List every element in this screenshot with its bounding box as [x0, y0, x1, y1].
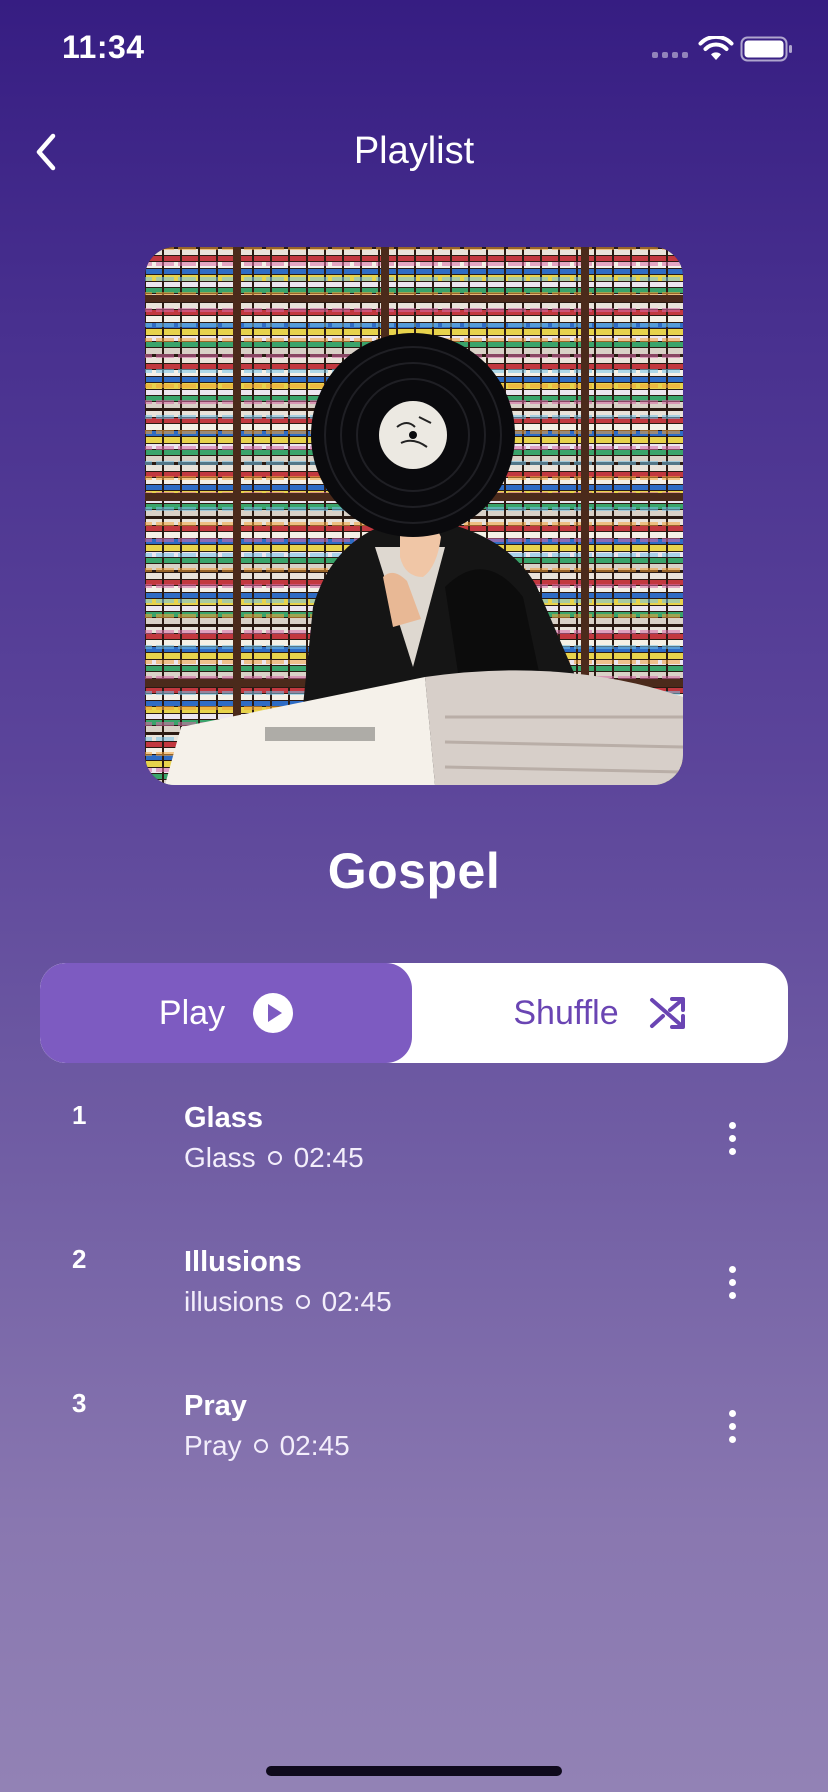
track-title: Illusions: [184, 1246, 302, 1278]
track-title: Pray: [184, 1390, 247, 1422]
play-button[interactable]: Play: [40, 963, 412, 1063]
track-duration: 02:45: [321, 1286, 392, 1317]
more-vertical-icon: [728, 1265, 736, 1273]
playback-controls: Play Shuffle: [40, 963, 788, 1063]
track-title: Glass: [184, 1102, 263, 1134]
track-artist: Pray: [184, 1430, 242, 1461]
more-vertical-icon: [728, 1121, 736, 1129]
more-options-button[interactable]: [712, 1398, 752, 1454]
signal-icon: [652, 52, 688, 58]
status-time: 11:34: [62, 29, 145, 65]
page-title: Playlist: [353, 130, 475, 172]
track-duration: 02:45: [279, 1430, 350, 1461]
track-number: 2: [72, 1244, 87, 1274]
track-row[interactable]: 2 Illusions illusions 02:45: [0, 1234, 828, 1354]
playlist-name: Gospel: [327, 843, 501, 899]
separator-dot-icon: [253, 1439, 268, 1453]
track-meta: Pray 02:45: [184, 1430, 350, 1462]
more-options-button[interactable]: [712, 1254, 752, 1310]
track-meta: illusions 02:45: [184, 1286, 392, 1318]
track-number: 3: [72, 1388, 87, 1418]
battery-icon: [740, 36, 794, 67]
track-meta: Glass 02:45: [184, 1142, 364, 1174]
track-number: 1: [72, 1100, 87, 1130]
track-artist: illusions: [184, 1286, 284, 1317]
album-cover-image: [145, 247, 683, 785]
play-label: Play: [158, 993, 226, 1032]
shuffle-icon: [649, 997, 685, 1029]
track-row[interactable]: 3 Pray Pray 02:45: [0, 1378, 828, 1498]
more-vertical-icon: [728, 1409, 736, 1417]
separator-dot-icon: [267, 1151, 282, 1165]
separator-dot-icon: [295, 1295, 310, 1309]
track-row[interactable]: 1 Glass Glass 02:45: [0, 1090, 828, 1210]
status-bar: 11:34: [0, 0, 828, 96]
play-circle-icon: [253, 993, 294, 1033]
shuffle-label: Shuffle: [513, 993, 619, 1032]
wifi-icon: [698, 34, 734, 67]
shuffle-button[interactable]: Shuffle: [412, 963, 788, 1063]
home-indicator[interactable]: [266, 1766, 562, 1776]
track-duration: 02:45: [293, 1142, 364, 1173]
more-options-button[interactable]: [712, 1110, 752, 1166]
track-artist: Glass: [184, 1142, 256, 1173]
nav-header: Playlist: [0, 112, 828, 192]
